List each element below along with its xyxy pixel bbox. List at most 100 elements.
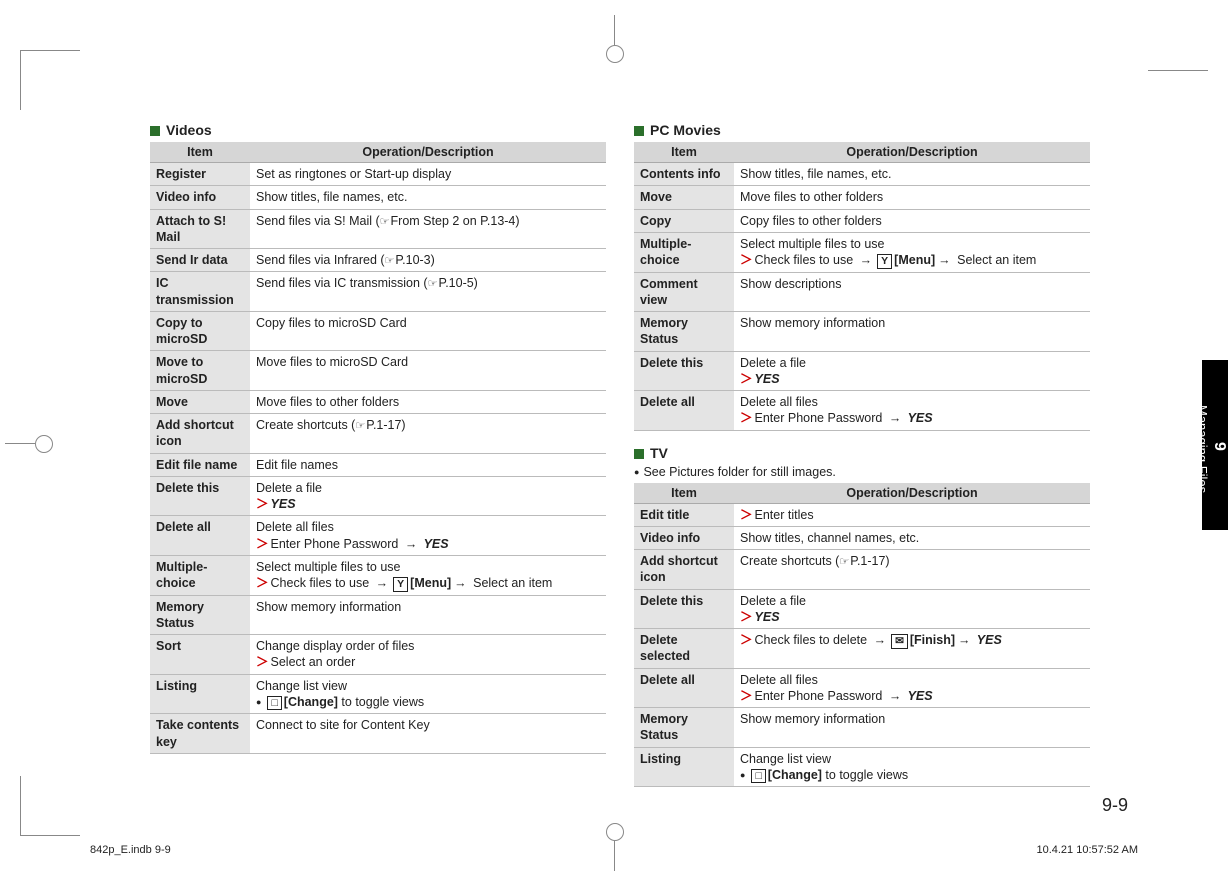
item-cell: Multiple-choice <box>634 232 734 272</box>
table-row: Edit file nameEdit file names <box>150 453 606 476</box>
register-mark <box>614 15 615 45</box>
table-row: Attach to S! MailSend files via S! Mail … <box>150 209 606 249</box>
register-mark <box>5 443 35 444</box>
square-bullet-icon <box>634 449 644 459</box>
table-row: Video infoShow titles, file names, etc. <box>150 186 606 209</box>
crop-mark <box>20 50 80 110</box>
desc-cell: Show memory information <box>250 595 606 635</box>
table-row: Memory StatusShow memory information <box>634 312 1090 352</box>
desc-cell: Send files via IC transmission (P.10-5) <box>250 272 606 312</box>
footer-left: 842p_E.indb 9-9 <box>90 844 171 856</box>
videos-heading: Videos <box>150 122 606 138</box>
table-row: Multiple-choiceSelect multiple files to … <box>634 232 1090 272</box>
table-row: Memory StatusShow memory information <box>150 595 606 635</box>
item-cell: Memory Status <box>634 708 734 748</box>
item-cell: Add shortcut icon <box>150 414 250 454</box>
crop-mark <box>20 776 80 836</box>
desc-cell: Move files to microSD Card <box>250 351 606 391</box>
desc-cell: Delete a file＞YES <box>734 589 1090 629</box>
col-header-desc: Operation/Description <box>734 142 1090 163</box>
right-column: PC Movies Item Operation/Description Con… <box>634 120 1090 787</box>
table-row: Take contents keyConnect to site for Con… <box>150 714 606 754</box>
item-cell: Take contents key <box>150 714 250 754</box>
heading-text: TV <box>650 445 668 461</box>
desc-cell: Change list view□[Change] to toggle view… <box>250 674 606 714</box>
side-tab: 9 Managing Files <box>1202 360 1228 530</box>
register-mark <box>614 841 615 871</box>
item-cell: Edit title <box>634 503 734 526</box>
item-cell: Contents info <box>634 163 734 186</box>
item-cell: Delete this <box>634 351 734 391</box>
item-cell: Sort <box>150 635 250 675</box>
table-row: Video infoShow titles, channel names, et… <box>634 526 1090 549</box>
desc-cell: Show titles, file names, etc. <box>250 186 606 209</box>
desc-cell: Delete a file＞YES <box>250 476 606 516</box>
heading-text: Videos <box>166 122 212 138</box>
table-row: RegisterSet as ringtones or Start-up dis… <box>150 163 606 186</box>
item-cell: Comment view <box>634 272 734 312</box>
videos-table: Item Operation/Description RegisterSet a… <box>150 142 606 754</box>
page-number: 9-9 <box>1102 795 1128 816</box>
item-cell: Move to microSD <box>150 351 250 391</box>
table-row: Contents infoShow titles, file names, et… <box>634 163 1090 186</box>
desc-cell: Delete all files＞Enter Phone Password YE… <box>734 391 1090 431</box>
heading-text: PC Movies <box>650 122 721 138</box>
desc-cell: ＞Check files to delete ✉[Finish] YES <box>734 629 1090 669</box>
pcmovies-table: Item Operation/Description Contents info… <box>634 142 1090 431</box>
tv-heading: TV <box>634 445 1090 461</box>
item-cell: Delete all <box>634 391 734 431</box>
table-row: MoveMove files to other folders <box>150 390 606 413</box>
table-row: Comment viewShow descriptions <box>634 272 1090 312</box>
item-cell: Send Ir data <box>150 249 250 272</box>
table-row: Memory StatusShow memory information <box>634 708 1090 748</box>
desc-cell: Create shortcuts (P.1-17) <box>734 550 1090 590</box>
note-text: See Pictures folder for still images. <box>643 465 835 479</box>
page-content: Videos Item Operation/Description Regist… <box>150 120 1090 787</box>
table-row: Delete selected＞Check files to delete ✉[… <box>634 629 1090 669</box>
table-row: Delete allDelete all files＞Enter Phone P… <box>150 516 606 556</box>
tv-table: Item Operation/Description Edit title＞En… <box>634 483 1090 788</box>
pcmovies-heading: PC Movies <box>634 122 1090 138</box>
tv-note: See Pictures folder for still images. <box>634 465 1090 479</box>
table-row: MoveMove files to other folders <box>634 186 1090 209</box>
table-row: Edit title＞Enter titles <box>634 503 1090 526</box>
desc-cell: Change display order of files＞Select an … <box>250 635 606 675</box>
item-cell: Copy to microSD <box>150 311 250 351</box>
left-column: Videos Item Operation/Description Regist… <box>150 120 606 787</box>
desc-cell: Move files to other folders <box>734 186 1090 209</box>
item-cell: Multiple-choice <box>150 555 250 595</box>
desc-cell: Copy files to other folders <box>734 209 1090 232</box>
table-row: SortChange display order of files＞Select… <box>150 635 606 675</box>
desc-cell: Show memory information <box>734 312 1090 352</box>
item-cell: Listing <box>150 674 250 714</box>
table-row: Delete thisDelete a file＞YES <box>150 476 606 516</box>
item-cell: Delete all <box>150 516 250 556</box>
square-bullet-icon <box>150 126 160 136</box>
item-cell: Video info <box>634 526 734 549</box>
desc-cell: Select multiple files to use＞Check files… <box>734 232 1090 272</box>
desc-cell: Select multiple files to use＞Check files… <box>250 555 606 595</box>
col-header-item: Item <box>150 142 250 163</box>
col-header-item: Item <box>634 142 734 163</box>
desc-cell: Move files to other folders <box>250 390 606 413</box>
table-row: Copy to microSDCopy files to microSD Car… <box>150 311 606 351</box>
item-cell: Delete this <box>634 589 734 629</box>
item-cell: Move <box>150 390 250 413</box>
crop-mark <box>1148 70 1208 110</box>
item-cell: Delete all <box>634 668 734 708</box>
desc-cell: Show titles, file names, etc. <box>734 163 1090 186</box>
table-row: Add shortcut iconCreate shortcuts (P.1-1… <box>150 414 606 454</box>
table-row: Delete thisDelete a file＞YES <box>634 589 1090 629</box>
desc-cell: ＞Enter titles <box>734 503 1090 526</box>
desc-cell: Connect to site for Content Key <box>250 714 606 754</box>
item-cell: Copy <box>634 209 734 232</box>
table-row: Delete allDelete all files＞Enter Phone P… <box>634 391 1090 431</box>
table-row: Delete thisDelete a file＞YES <box>634 351 1090 391</box>
footer-right: 10.4.21 10:57:52 AM <box>1036 844 1138 856</box>
desc-cell: Show titles, channel names, etc. <box>734 526 1090 549</box>
col-header-item: Item <box>634 483 734 504</box>
table-row: ListingChange list view□[Change] to togg… <box>150 674 606 714</box>
item-cell: IC transmission <box>150 272 250 312</box>
table-row: Multiple-choiceSelect multiple files to … <box>150 555 606 595</box>
table-row: CopyCopy files to other folders <box>634 209 1090 232</box>
